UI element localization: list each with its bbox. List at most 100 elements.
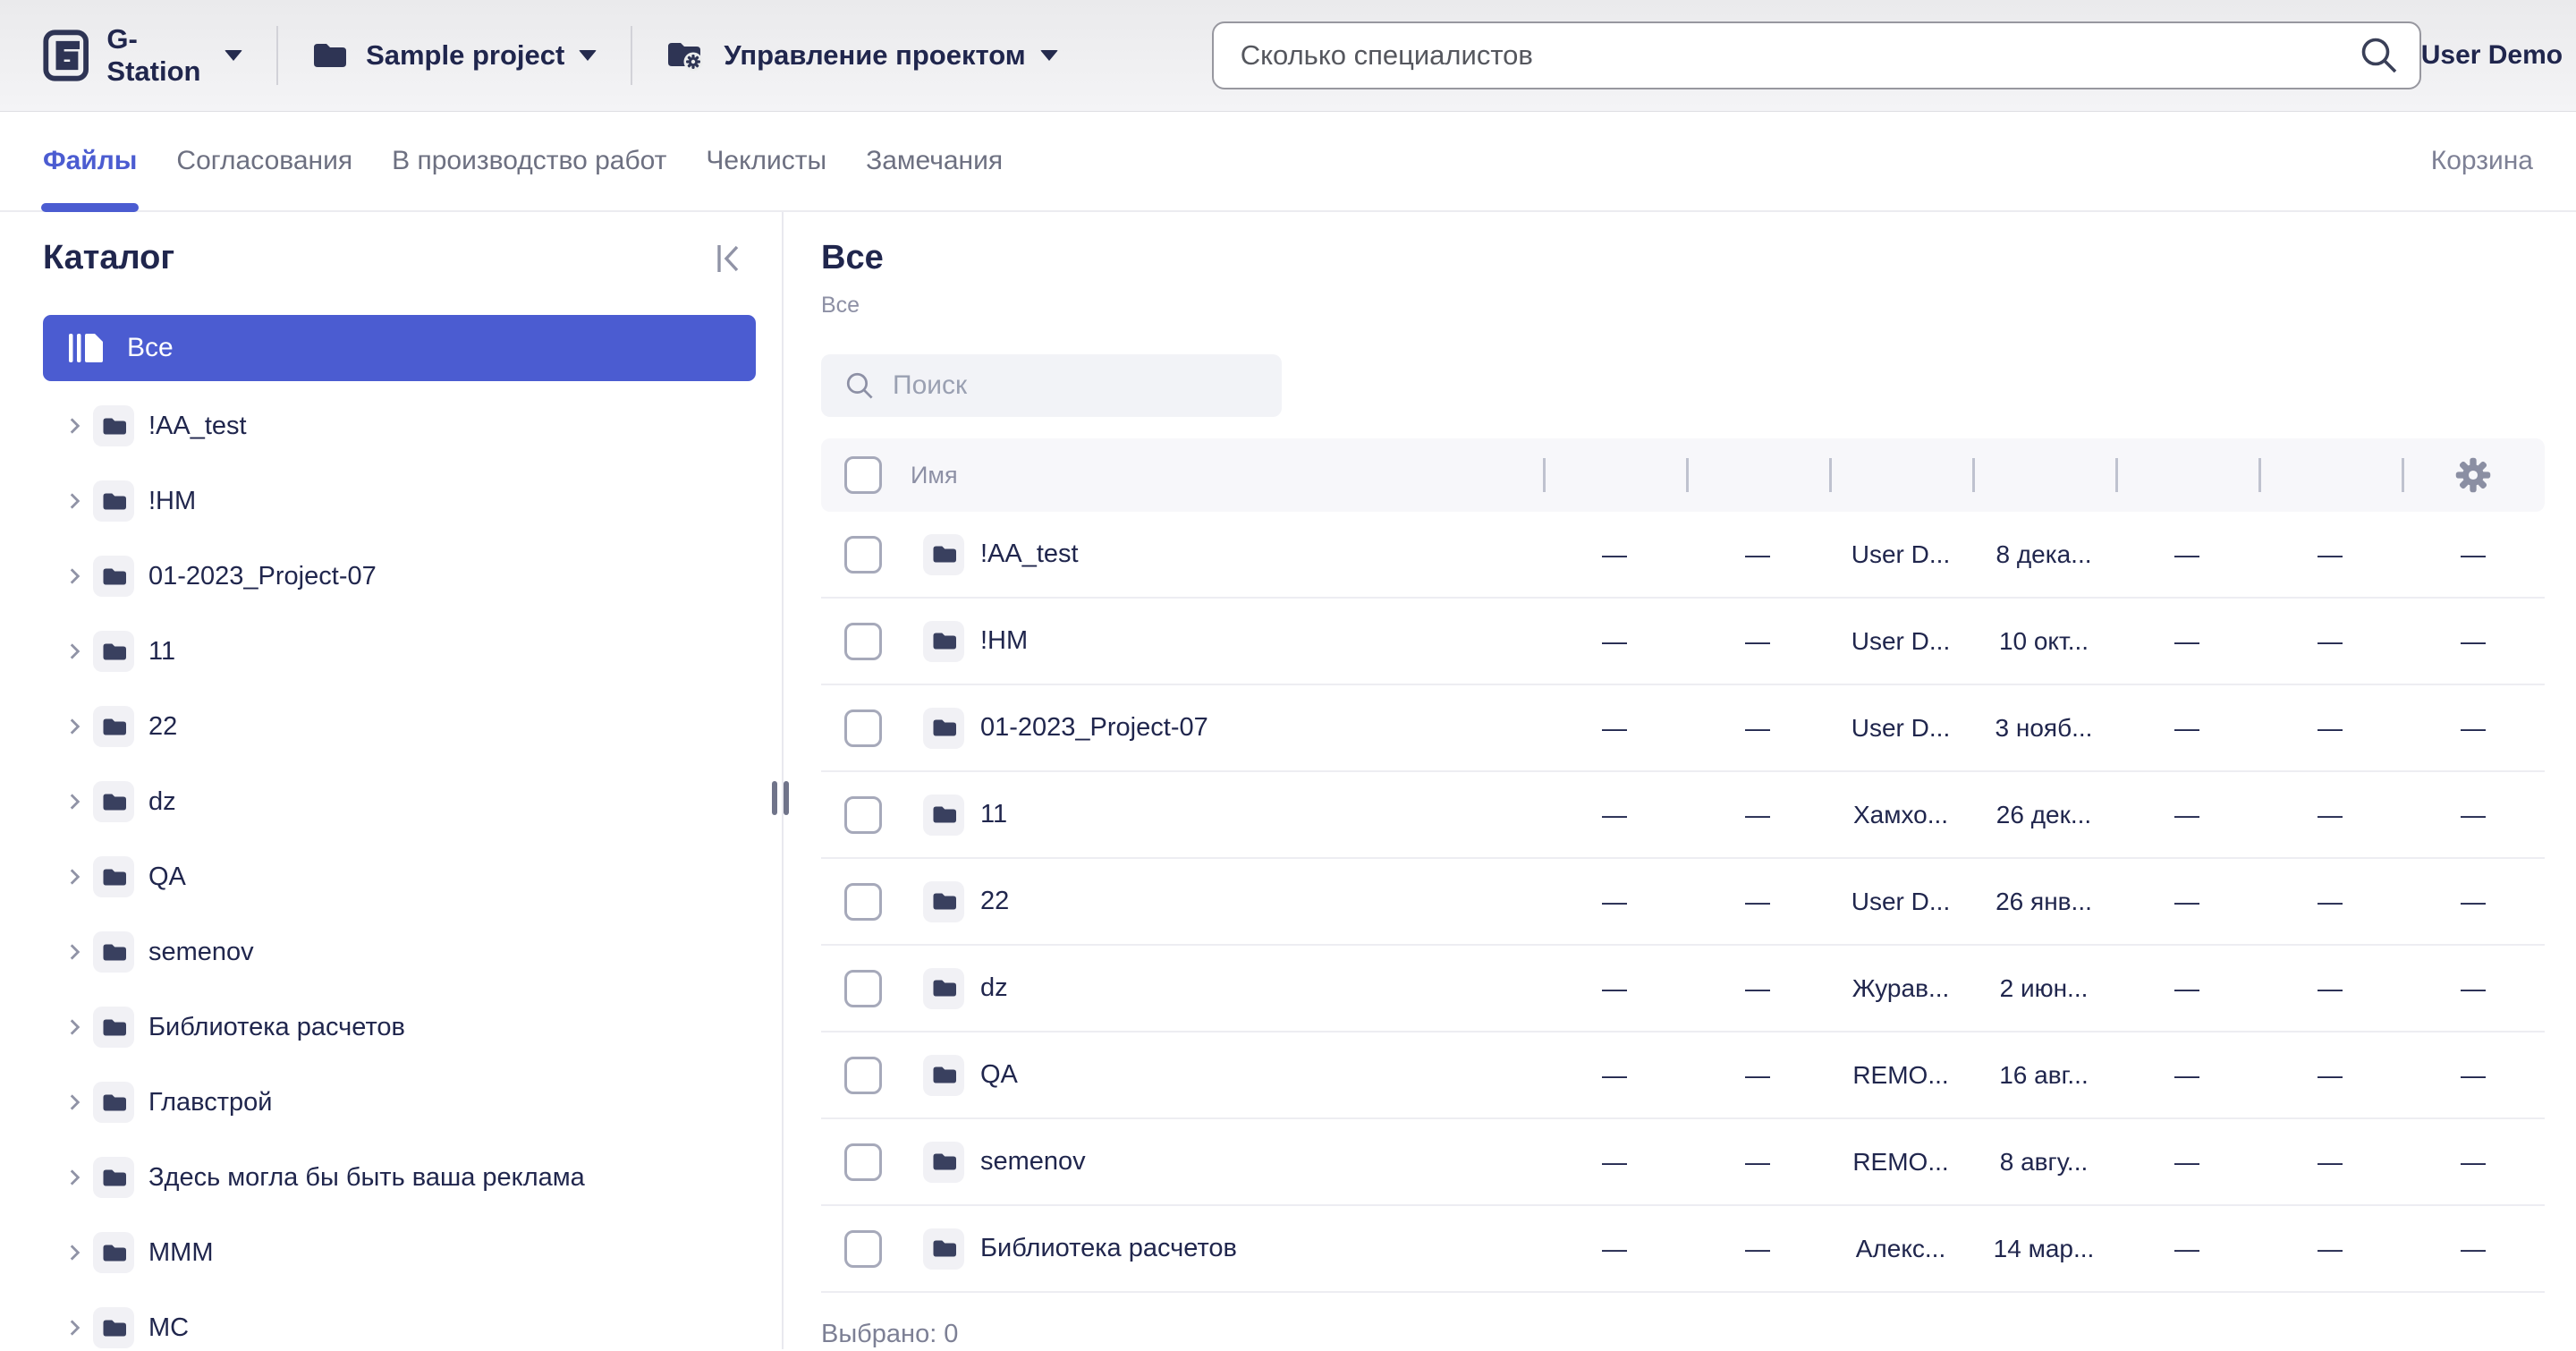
sidebar-tree-item[interactable]: 01-2023_Project-07 bbox=[0, 539, 782, 614]
row-checkbox[interactable] bbox=[844, 795, 882, 834]
folder-icon bbox=[93, 1232, 134, 1273]
chevron-right-icon[interactable] bbox=[63, 865, 86, 888]
row-checkbox[interactable] bbox=[844, 1143, 882, 1181]
sidebar-tree-item[interactable]: !HM bbox=[0, 463, 782, 539]
table-row[interactable]: Библиотека расчетов — — Алекс... 14 мар... —… bbox=[821, 1206, 2545, 1293]
table-row[interactable]: 22 — — User D... 26 янв... — — — bbox=[821, 859, 2545, 946]
row-checkbox[interactable] bbox=[844, 882, 882, 921]
row-checkbox[interactable] bbox=[844, 969, 882, 1007]
row-name[interactable]: 22 bbox=[980, 887, 1009, 916]
chevron-right-icon[interactable] bbox=[63, 1241, 86, 1264]
row-name[interactable]: dz bbox=[980, 973, 1008, 1003]
table-cell: User D... bbox=[1851, 713, 1951, 742]
sidebar-tree-item[interactable]: МС bbox=[0, 1290, 782, 1351]
chevron-right-icon[interactable] bbox=[63, 489, 86, 513]
project-selector-label: Sample project bbox=[366, 39, 565, 71]
table-body: !AA_test — — User D... 8 дека... — — — !HM — — U… bbox=[821, 512, 2545, 1293]
row-name[interactable]: !HM bbox=[980, 626, 1028, 656]
table-row[interactable]: QA — — REMO... 16 авг... — — — bbox=[821, 1032, 2545, 1119]
chevron-right-icon[interactable] bbox=[63, 790, 86, 813]
tab-approvals[interactable]: Согласования bbox=[176, 112, 352, 210]
table-row[interactable]: !HM — — User D... 10 окт... — — — bbox=[821, 599, 2545, 685]
row-name[interactable]: 11 bbox=[980, 800, 1007, 829]
sidebar-tree-item-label: QA bbox=[148, 862, 186, 891]
tab-production[interactable]: В производство работ bbox=[392, 112, 666, 210]
row-name[interactable]: !AA_test bbox=[980, 540, 1079, 569]
table-cell: — bbox=[1745, 626, 1770, 655]
chevron-right-icon[interactable] bbox=[63, 640, 86, 663]
sidebar-tree-item-label: dz bbox=[148, 786, 176, 816]
top-header: G-Station Sample project Управление прое… bbox=[0, 0, 2576, 112]
sidebar-tree-item[interactable]: Здесь могла бы быть ваша реклама bbox=[0, 1140, 782, 1215]
sidebar-tree-item[interactable]: !AA_test bbox=[0, 388, 782, 463]
table-cell: — bbox=[1602, 540, 1627, 568]
table-row[interactable]: 01-2023_Project-07 — — User D... 3 нояб... —… bbox=[821, 685, 2545, 772]
table-row[interactable]: 11 — — Хамхо... 26 дек... — — — bbox=[821, 772, 2545, 859]
chevron-right-icon[interactable] bbox=[63, 414, 86, 438]
column-header bbox=[2115, 438, 2258, 512]
tab-checklists[interactable]: Чеклисты bbox=[706, 112, 826, 210]
sidebar-tree-item[interactable]: 22 bbox=[0, 689, 782, 764]
row-name[interactable]: Библиотека расчетов bbox=[980, 1234, 1237, 1263]
row-name[interactable]: QA bbox=[980, 1060, 1018, 1090]
chevron-right-icon[interactable] bbox=[63, 1166, 86, 1189]
global-search-input[interactable] bbox=[1240, 39, 2359, 72]
sidebar-tree-item[interactable]: Библиотека расчетов bbox=[0, 990, 782, 1065]
table-cell: — bbox=[1602, 1234, 1627, 1262]
chevron-right-icon[interactable] bbox=[63, 940, 86, 964]
files-table: Имя !AA_test — — User D... 8 дека... — —… bbox=[821, 438, 2545, 1349]
sidebar-tree-item-label: 22 bbox=[148, 711, 178, 741]
breadcrumb[interactable]: Все bbox=[821, 293, 2545, 319]
chevron-right-icon[interactable] bbox=[63, 715, 86, 738]
gear-icon[interactable] bbox=[2453, 455, 2493, 495]
row-checkbox[interactable] bbox=[844, 709, 882, 747]
table-cell: REMO... bbox=[1852, 1060, 1949, 1089]
select-all-checkbox[interactable] bbox=[844, 456, 882, 494]
table-cell: — bbox=[2318, 800, 2343, 828]
header-divider bbox=[631, 26, 633, 85]
project-selector[interactable]: Sample project bbox=[312, 39, 597, 72]
folder-icon bbox=[312, 40, 348, 71]
table-cell: — bbox=[2318, 1060, 2343, 1089]
row-checkbox[interactable] bbox=[844, 1056, 882, 1094]
app-switcher[interactable]: G-Station bbox=[43, 23, 243, 88]
table-cell: — bbox=[2461, 626, 2486, 655]
sidebar-resize-handle[interactable] bbox=[772, 781, 789, 815]
row-checkbox[interactable] bbox=[844, 622, 882, 660]
table-cell: — bbox=[2461, 887, 2486, 915]
module-selector[interactable]: Управление проектом bbox=[666, 38, 1058, 72]
row-checkbox[interactable] bbox=[844, 535, 882, 574]
chevron-right-icon[interactable] bbox=[63, 1015, 86, 1039]
sidebar-tree-item[interactable]: МММ bbox=[0, 1215, 782, 1290]
row-name[interactable]: 01-2023_Project-07 bbox=[980, 713, 1208, 743]
chevron-right-icon[interactable] bbox=[63, 1091, 86, 1114]
trash-link[interactable]: Корзина bbox=[2431, 146, 2533, 176]
table-cell: 14 мар... bbox=[1993, 1234, 2095, 1262]
column-header bbox=[2258, 438, 2402, 512]
table-row[interactable]: !AA_test — — User D... 8 дека... — — — bbox=[821, 512, 2545, 599]
table-cell: Журав... bbox=[1852, 973, 1950, 1002]
tab-files[interactable]: Файлы bbox=[40, 112, 140, 212]
row-checkbox[interactable] bbox=[844, 1229, 882, 1268]
sidebar-tree-item[interactable]: dz bbox=[0, 764, 782, 839]
table-cell: 3 нояб... bbox=[1995, 713, 2093, 742]
table-row[interactable]: semenov — — REMO... 8 авгу... — — — bbox=[821, 1119, 2545, 1206]
table-cell: 10 окт... bbox=[1998, 626, 2089, 655]
table-row[interactable]: dz — — Журав... 2 июн... — — — bbox=[821, 946, 2545, 1032]
section-tabs: Файлы Согласования В производство работ … bbox=[0, 112, 2576, 212]
chevron-right-icon[interactable] bbox=[63, 1316, 86, 1339]
chevron-right-icon[interactable] bbox=[63, 565, 86, 588]
sidebar-tree-item[interactable]: semenov bbox=[0, 914, 782, 990]
sidebar-tree-item[interactable]: 11 bbox=[0, 614, 782, 689]
user-menu[interactable]: User Demo bbox=[2421, 32, 2576, 79]
sidebar-tree-item[interactable]: Главстрой bbox=[0, 1065, 782, 1140]
collapse-sidebar-icon[interactable] bbox=[716, 243, 742, 274]
file-search-input[interactable] bbox=[893, 370, 1264, 401]
row-name[interactable]: semenov bbox=[980, 1147, 1086, 1177]
tab-remarks[interactable]: Замечания bbox=[866, 112, 1003, 210]
folder-icon bbox=[93, 706, 134, 747]
search-icon[interactable] bbox=[2359, 35, 2400, 76]
folder-gear-icon bbox=[666, 38, 706, 72]
sidebar-tree-item[interactable]: QA bbox=[0, 839, 782, 914]
sidebar-item-all[interactable]: Все bbox=[43, 315, 756, 381]
